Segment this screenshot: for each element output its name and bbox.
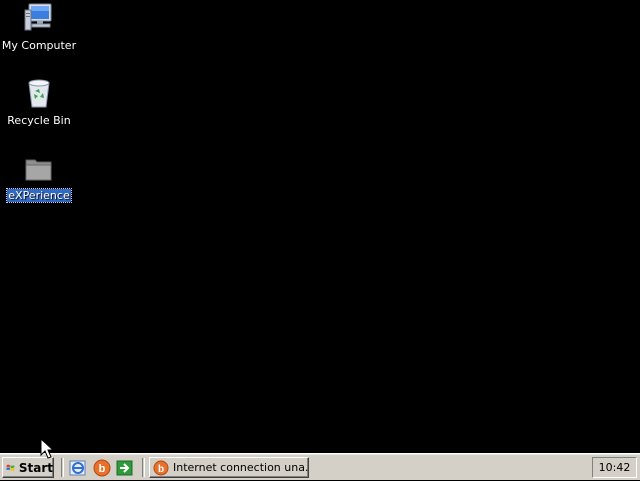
- taskbar-window-label: Internet connection una...: [173, 461, 309, 474]
- recycle-bin-icon: [23, 77, 55, 109]
- windows-logo-icon: [6, 464, 15, 471]
- clock[interactable]: 10:42: [599, 461, 631, 474]
- svg-text:b: b: [158, 464, 164, 475]
- desktop[interactable]: My Computer Recycle Bin eXPerience: [0, 0, 640, 453]
- mouse-cursor-icon: [40, 438, 54, 459]
- quick-launch-show-desktop[interactable]: [116, 459, 134, 477]
- desktop-icon-label: My Computer: [1, 39, 77, 52]
- taskbar-window-button[interactable]: b Internet connection una...: [149, 457, 309, 478]
- quick-launch-internet-explorer[interactable]: [69, 459, 87, 477]
- start-label: Start: [18, 460, 53, 475]
- system-tray: 10:42: [592, 457, 637, 478]
- my-computer-icon: [23, 2, 55, 34]
- internet-explorer-icon: [69, 460, 86, 476]
- desktop-icon-experience-folder[interactable]: eXPerience: [0, 152, 78, 203]
- svg-text:b: b: [99, 463, 106, 475]
- browser-icon: b: [93, 459, 111, 477]
- desktop-icon-recycle-bin[interactable]: Recycle Bin: [0, 77, 78, 128]
- folder-icon: [23, 152, 55, 184]
- taskbar: Start b b Internet connection una... 10:…: [0, 453, 640, 480]
- start-button[interactable]: Start: [2, 457, 54, 478]
- toolbar-grip[interactable]: [61, 458, 64, 477]
- desktop-icon-my-computer[interactable]: My Computer: [0, 2, 78, 53]
- quick-launch-browser[interactable]: b: [93, 459, 111, 477]
- browser-icon: b: [153, 460, 169, 475]
- desktop-icon-label: Recycle Bin: [7, 114, 71, 127]
- desktop-icon-label: eXPerience: [6, 188, 72, 203]
- show-desktop-arrow-icon: [116, 460, 133, 476]
- toolbar-grip[interactable]: [142, 458, 145, 477]
